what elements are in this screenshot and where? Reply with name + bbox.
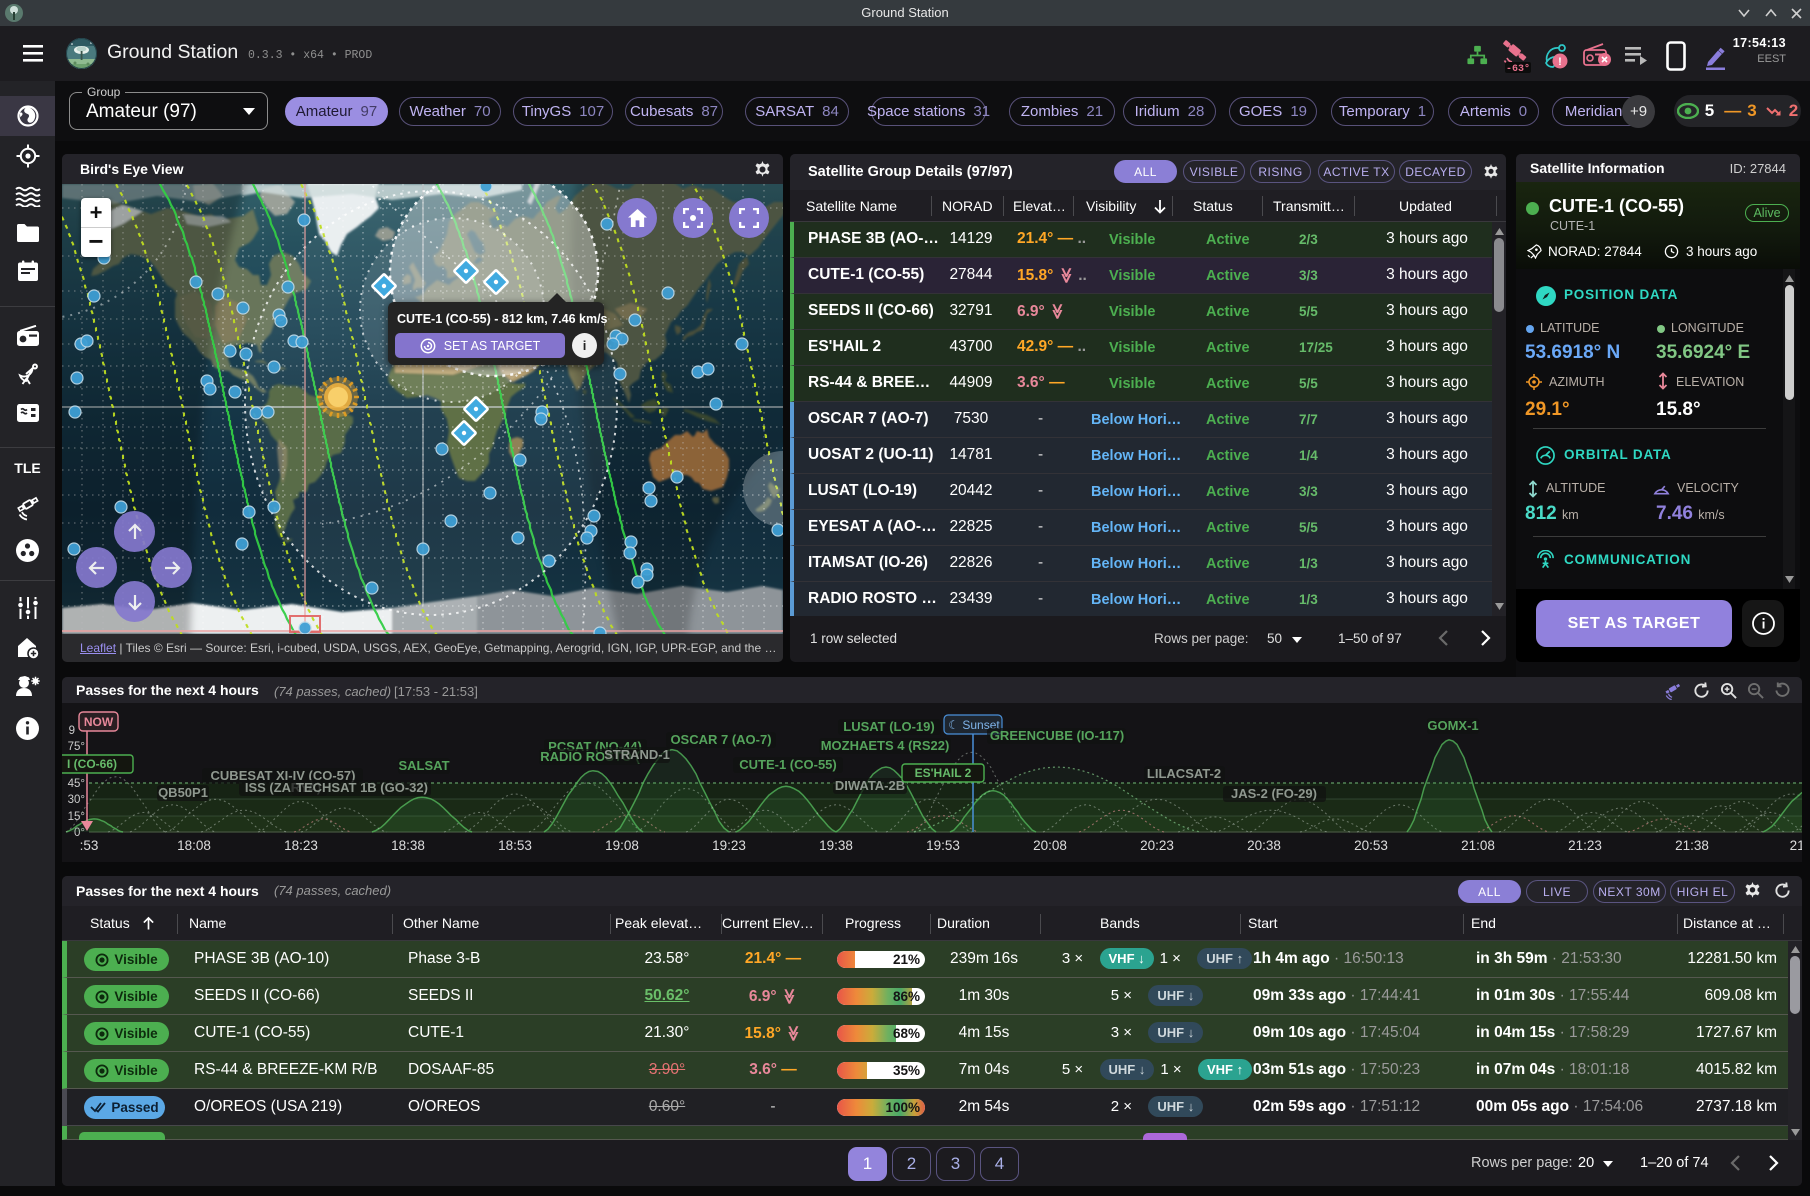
svg-text:SALSAT: SALSAT xyxy=(398,758,449,773)
svg-text:GREENCUBE (IO-117): GREENCUBE (IO-117) xyxy=(990,728,1124,743)
svg-text:21:23: 21:23 xyxy=(1568,838,1602,853)
svg-text:ES'HAIL 2: ES'HAIL 2 xyxy=(915,766,972,780)
svg-text:18:53: 18:53 xyxy=(498,838,532,853)
svg-text:!: ! xyxy=(1558,56,1562,68)
svg-text:GOMX-1: GOMX-1 xyxy=(1427,718,1478,733)
svg-text:QB50P1: QB50P1 xyxy=(158,785,208,800)
svg-text:21:: 21: xyxy=(1790,838,1802,853)
svg-text:STRAND-1: STRAND-1 xyxy=(604,747,670,762)
svg-text:20:08: 20:08 xyxy=(1033,838,1067,853)
svg-text:-63°: -63° xyxy=(1506,63,1530,73)
svg-text:DIWATA-2B: DIWATA-2B xyxy=(835,778,905,793)
svg-text:20:23: 20:23 xyxy=(1140,838,1174,853)
svg-text::53: :53 xyxy=(80,838,99,853)
svg-text:45°: 45° xyxy=(68,778,85,790)
svg-text:30°: 30° xyxy=(68,794,85,806)
svg-text:I (CO-66): I (CO-66) xyxy=(67,757,117,771)
svg-text:LUSAT (LO-19): LUSAT (LO-19) xyxy=(843,719,934,734)
svg-text:18:23: 18:23 xyxy=(284,838,318,853)
svg-text:19:23: 19:23 xyxy=(712,838,746,853)
svg-text:20:38: 20:38 xyxy=(1247,838,1281,853)
svg-text:LILACSAT-2: LILACSAT-2 xyxy=(1147,766,1221,781)
svg-text:18:08: 18:08 xyxy=(177,838,211,853)
svg-text:NOW: NOW xyxy=(84,715,114,729)
svg-text:CUTE-1 (CO-55): CUTE-1 (CO-55) xyxy=(739,757,837,772)
svg-text:18:38: 18:38 xyxy=(391,838,425,853)
svg-text:21:38: 21:38 xyxy=(1675,838,1709,853)
svg-text:MOZHAETS 4 (RS22): MOZHAETS 4 (RS22) xyxy=(821,738,950,753)
svg-text:20:53: 20:53 xyxy=(1354,838,1388,853)
svg-text:9: 9 xyxy=(69,725,75,737)
svg-text:19:53: 19:53 xyxy=(926,838,960,853)
svg-text:75°: 75° xyxy=(68,741,85,753)
svg-text:21:08: 21:08 xyxy=(1461,838,1495,853)
svg-text:JAS-2 (FO-29): JAS-2 (FO-29) xyxy=(1231,786,1317,801)
svg-text:19:38: 19:38 xyxy=(819,838,853,853)
svg-text:OSCAR 7 (AO-7): OSCAR 7 (AO-7) xyxy=(670,732,771,747)
svg-text:19:08: 19:08 xyxy=(605,838,639,853)
svg-text:TECHSAT 1B (GO-32): TECHSAT 1B (GO-32) xyxy=(296,780,428,795)
